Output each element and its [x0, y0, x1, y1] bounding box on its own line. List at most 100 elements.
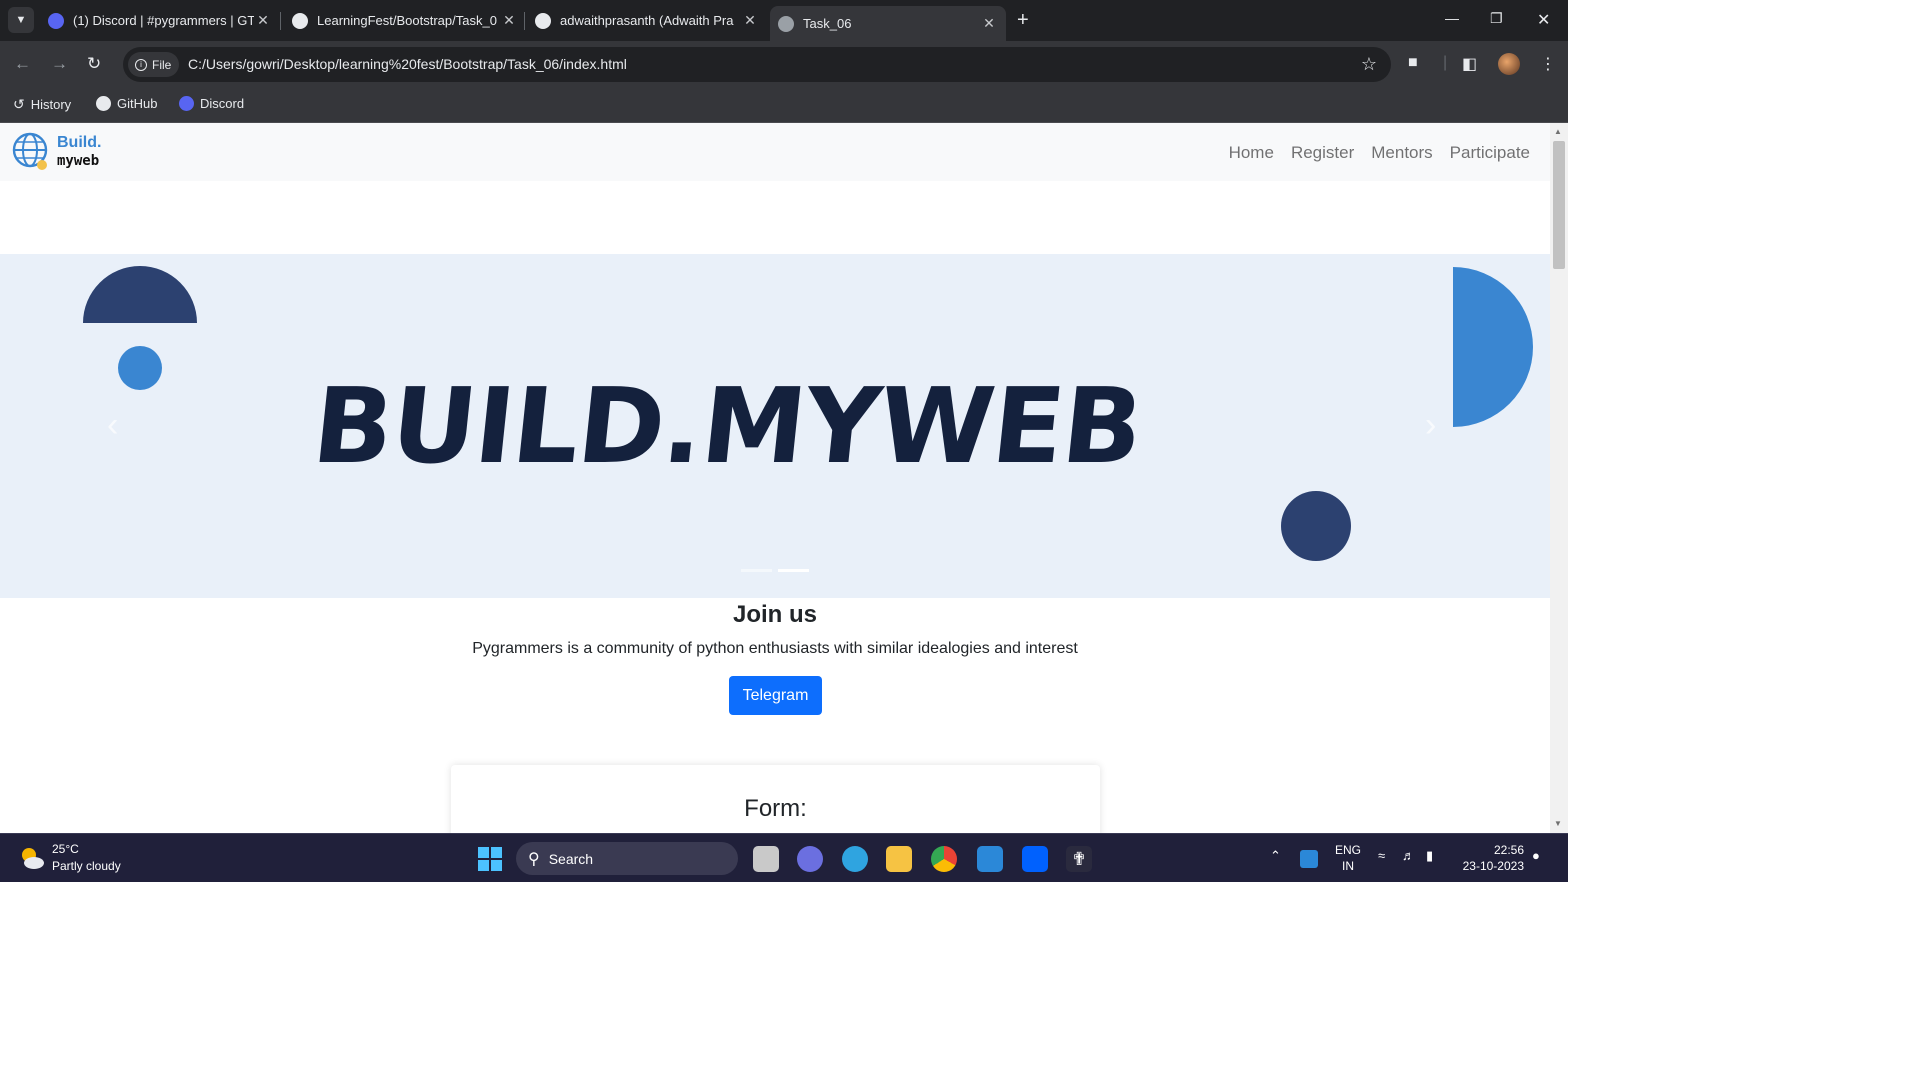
- volume-icon[interactable]: ♬: [1402, 848, 1415, 863]
- scroll-up-icon[interactable]: ▲: [1554, 127, 1562, 136]
- site-info-label: File: [152, 57, 172, 72]
- page-viewport: Build. myweb Home Register Mentors Parti…: [0, 123, 1550, 833]
- battery-icon[interactable]: ▮: [1426, 848, 1433, 864]
- tab-learningfest[interactable]: LearningFest/Bootstrap/Task_0 ✕: [292, 6, 518, 35]
- new-tab-button[interactable]: +: [1017, 10, 1029, 30]
- bookmark-github[interactable]: GitHub: [96, 96, 157, 111]
- lang-line1: ENG: [1335, 843, 1362, 857]
- site-info-chip[interactable]: i File: [128, 52, 179, 77]
- windows-taskbar: 25°C Partly cloudy ⚲ Search ✟ ⌃ ENG IN ≈…: [0, 833, 1568, 882]
- back-arrow-icon[interactable]: ←: [14, 54, 31, 74]
- menu-kebab-icon[interactable]: ⋮: [1540, 54, 1556, 74]
- info-icon: i: [135, 58, 147, 71]
- url-text[interactable]: C:/Users/gowri/Desktop/learning%20fest/B…: [188, 56, 627, 72]
- dropbox-icon[interactable]: [1022, 846, 1048, 872]
- toolbar-divider: |: [1443, 54, 1448, 71]
- carousel-indicator-active[interactable]: [778, 569, 809, 572]
- close-icon[interactable]: ✕: [500, 12, 518, 29]
- tab-title: adwaithprasanth (Adwaith Pra: [560, 13, 734, 28]
- telegram-button[interactable]: Telegram: [729, 676, 822, 715]
- app-icon[interactable]: ✟: [1066, 846, 1092, 872]
- circle-shape: [1281, 491, 1351, 561]
- tab-divider: [524, 12, 525, 30]
- globe-icon: [778, 15, 794, 32]
- partly-cloudy-icon[interactable]: [18, 844, 46, 872]
- tab-search-button[interactable]: ▼: [8, 7, 34, 33]
- close-icon[interactable]: ✕: [980, 15, 998, 32]
- close-window-icon[interactable]: ✕: [1537, 10, 1550, 30]
- tab-adwaith[interactable]: adwaithprasanth (Adwaith Pra ✕: [535, 6, 759, 35]
- bookmark-history[interactable]: ↺ History: [13, 96, 71, 113]
- clock-time: 22:56: [1493, 843, 1524, 857]
- page-scrollbar[interactable]: ▲ ▼: [1550, 123, 1568, 833]
- nav-participate[interactable]: Participate: [1450, 143, 1530, 163]
- half-circle-shape: [83, 266, 197, 323]
- carousel-indicators: [741, 569, 809, 572]
- lang-line2: IN: [1342, 859, 1354, 873]
- join-description: Pygrammers is a community of python enth…: [472, 640, 1078, 657]
- form-card: Form:: [451, 765, 1100, 833]
- file-explorer-icon[interactable]: [886, 846, 912, 872]
- profile-avatar[interactable]: [1498, 53, 1520, 75]
- history-icon: ↺: [13, 96, 25, 112]
- weather-temp[interactable]: 25°C: [52, 842, 79, 856]
- chrome-icon[interactable]: [931, 846, 957, 872]
- hero-headline: BUILD.MYWEB: [307, 365, 1148, 487]
- chevron-down-icon: ▼: [15, 14, 27, 26]
- taskbar-search-label: Search: [548, 850, 594, 867]
- tab-discord[interactable]: (1) Discord | #pygrammers | GT ✕: [48, 6, 272, 35]
- hero-carousel: BUILD.MYWEB ‹ ›: [0, 254, 1550, 598]
- globe-icon: [12, 132, 48, 170]
- windows-start-icon[interactable]: [478, 847, 502, 871]
- language-indicator[interactable]: ENG IN: [1335, 842, 1361, 874]
- join-heading: Join us: [732, 601, 817, 628]
- nav-register[interactable]: Register: [1291, 143, 1354, 163]
- bookmark-label: GitHub: [117, 96, 158, 111]
- security-icon[interactable]: [1300, 850, 1318, 868]
- wifi-icon[interactable]: ≈: [1378, 848, 1385, 863]
- carousel-prev-icon[interactable]: ‹: [107, 406, 118, 445]
- scroll-down-icon[interactable]: ▼: [1554, 819, 1562, 828]
- close-icon[interactable]: ✕: [254, 12, 272, 29]
- taskbar-clock[interactable]: 22:56 23-10-2023: [1458, 842, 1524, 874]
- close-icon[interactable]: ✕: [741, 12, 759, 29]
- nav-home[interactable]: Home: [1229, 143, 1274, 163]
- tab-strip: ▼ (1) Discord | #pygrammers | GT ✕ Learn…: [0, 0, 1568, 41]
- address-bar[interactable]: i File C:/Users/gowri/Desktop/learning%2…: [123, 47, 1391, 82]
- side-panel-icon[interactable]: ◧: [1462, 54, 1477, 74]
- carousel-indicator[interactable]: [741, 569, 772, 572]
- site-logo[interactable]: Build. myweb: [12, 132, 108, 174]
- tab-title: Task_06: [803, 16, 852, 31]
- bookmark-discord[interactable]: Discord: [179, 96, 244, 111]
- github-icon: [96, 96, 111, 111]
- bookmark-star-icon[interactable]: ☆: [1361, 54, 1377, 75]
- chevron-up-icon[interactable]: ⌃: [1270, 848, 1281, 864]
- scrollbar-thumb[interactable]: [1553, 141, 1565, 269]
- tab-task06[interactable]: Task_06 ✕: [770, 6, 1006, 41]
- carousel-next-icon[interactable]: ›: [1425, 406, 1436, 445]
- task-view-icon[interactable]: [753, 846, 779, 872]
- weather-desc[interactable]: Partly cloudy: [52, 859, 121, 873]
- notification-bell-icon[interactable]: ●: [1532, 848, 1540, 863]
- github-icon: [535, 12, 551, 29]
- mail-icon[interactable]: [977, 846, 1003, 872]
- bookmark-label: Discord: [200, 96, 245, 111]
- half-circle-shape: [1453, 267, 1533, 427]
- forward-arrow-icon[interactable]: →: [51, 54, 68, 74]
- discord-icon: [48, 12, 64, 29]
- restore-icon[interactable]: ❐: [1490, 10, 1503, 27]
- bookmark-label: History: [30, 97, 72, 112]
- reload-icon[interactable]: ↻: [87, 54, 101, 74]
- logo-text-myweb: myweb: [57, 153, 100, 169]
- taskbar-search[interactable]: ⚲ Search: [516, 842, 738, 875]
- extensions-icon[interactable]: ■: [1408, 54, 1418, 72]
- clock-date: 23-10-2023: [1462, 859, 1524, 873]
- edge-icon[interactable]: [842, 846, 868, 872]
- minimize-icon[interactable]: —: [1445, 10, 1459, 26]
- site-navbar: Build. myweb Home Register Mentors Parti…: [0, 123, 1550, 181]
- search-icon: ⚲: [528, 850, 540, 868]
- nav-mentors[interactable]: Mentors: [1371, 143, 1432, 163]
- github-icon: [292, 12, 308, 29]
- tab-title: (1) Discord | #pygrammers | GT: [73, 13, 254, 28]
- teams-icon[interactable]: [797, 846, 823, 872]
